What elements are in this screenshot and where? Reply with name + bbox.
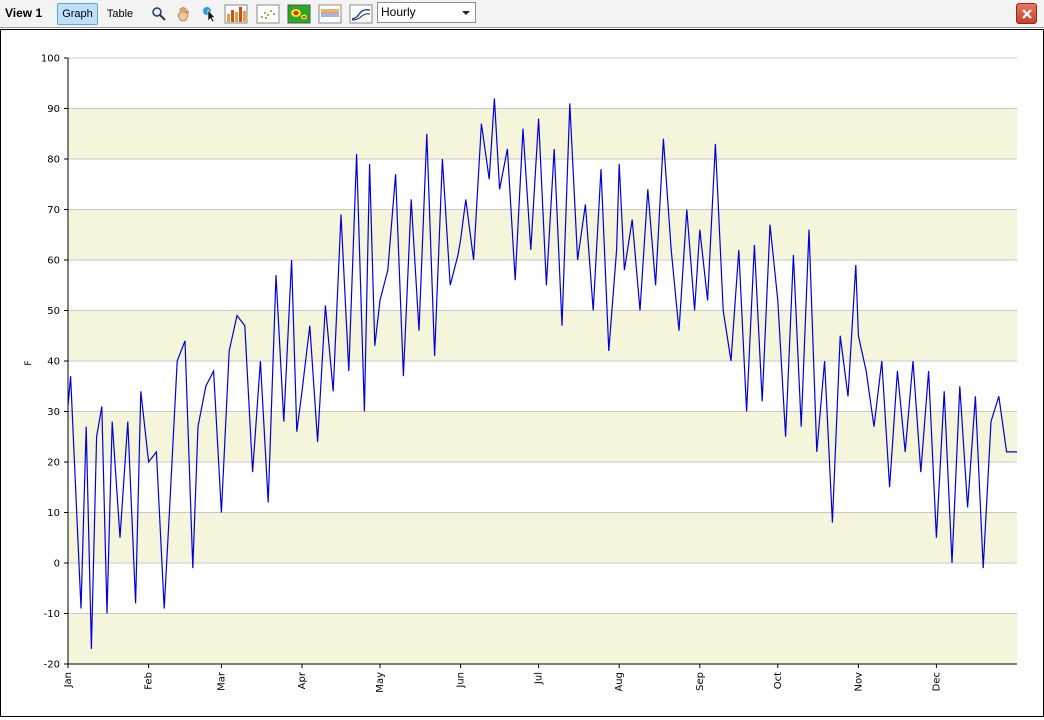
grid-band [68, 310, 1017, 361]
graph-view-button[interactable]: Graph [57, 3, 98, 25]
chart-frame: -20 -10 0 10 20 30 40 50 60 70 80 90 100 Jan Feb Mar Ap… [0, 29, 1044, 717]
chevron-down-icon [462, 11, 470, 15]
bar-chart-icon [224, 4, 248, 24]
line-chart-button[interactable] [349, 3, 373, 25]
y-axis-label: F [24, 360, 34, 365]
interval-select-value: Hourly [381, 5, 416, 19]
zoom-button[interactable] [147, 3, 171, 25]
close-icon [1021, 8, 1032, 19]
y-tick-label: 60 [47, 256, 60, 267]
interval-select[interactable]: Hourly [377, 2, 476, 23]
y-axis-ticks: -20 -10 0 10 20 30 40 50 60 70 80 90 100 [41, 54, 68, 671]
app-window: View 1 Graph Table Hourly -20 -10 0 10 2… [0, 0, 1044, 717]
x-tick-label: Jan [63, 672, 74, 688]
view-title: View 1 [5, 6, 43, 20]
pan-button[interactable] [172, 3, 196, 25]
y-tick-label: 30 [47, 407, 60, 418]
y-tick-label: 90 [47, 104, 60, 115]
series-line [67, 98, 1017, 649]
x-tick-label: Jul [534, 672, 545, 685]
range-button[interactable] [318, 3, 342, 25]
bar-chart-button[interactable] [224, 3, 248, 25]
y-tick-label: 50 [47, 306, 60, 317]
heatmap-icon [287, 4, 311, 24]
close-button[interactable] [1016, 3, 1037, 24]
grid-band [68, 209, 1017, 260]
line-chart-icon [349, 4, 373, 24]
x-tick-label: Apr [297, 671, 308, 689]
scatter-icon [256, 4, 280, 24]
y-tick-label: -10 [44, 609, 60, 620]
x-tick-label: Nov [853, 672, 864, 692]
x-axis-ticks: Jan Feb Mar Apr May Jun Jul Aug Sep Oct Nov Dec [63, 664, 942, 693]
x-tick-label: May [375, 672, 386, 693]
toolbar: View 1 Graph Table Hourly [0, 0, 1044, 28]
pan-icon [177, 7, 189, 22]
x-tick-label: Feb [144, 672, 155, 690]
y-tick-label: 40 [47, 357, 60, 368]
range-icon [318, 4, 342, 24]
y-tick-label: 20 [47, 458, 60, 469]
y-tick-label: 0 [54, 559, 60, 570]
scatter-button[interactable] [256, 3, 280, 25]
grid-band [68, 613, 1017, 664]
y-tick-label: -20 [44, 660, 60, 671]
x-tick-label: Dec [931, 672, 942, 691]
x-tick-label: Sep [695, 672, 706, 691]
y-tick-label: 70 [47, 205, 60, 216]
grid-band [68, 512, 1017, 563]
y-tick-label: 80 [47, 155, 60, 166]
x-tick-label: Mar [216, 671, 227, 691]
heatmap-button[interactable] [287, 3, 311, 25]
y-tick-label: 100 [41, 54, 60, 65]
y-tick-label: 10 [47, 508, 60, 519]
x-tick-label: Jun [456, 672, 467, 689]
pointer-button[interactable] [197, 3, 221, 25]
pointer-icon [203, 7, 216, 23]
x-tick-label: Aug [614, 672, 625, 692]
temperature-chart: -20 -10 0 10 20 30 40 50 60 70 80 90 100 Jan Feb Mar Ap… [24, 54, 1017, 693]
zoom-icon [152, 7, 166, 21]
x-tick-label: Oct [773, 672, 784, 689]
table-view-button[interactable]: Table [100, 3, 140, 25]
grid-band [68, 108, 1017, 159]
